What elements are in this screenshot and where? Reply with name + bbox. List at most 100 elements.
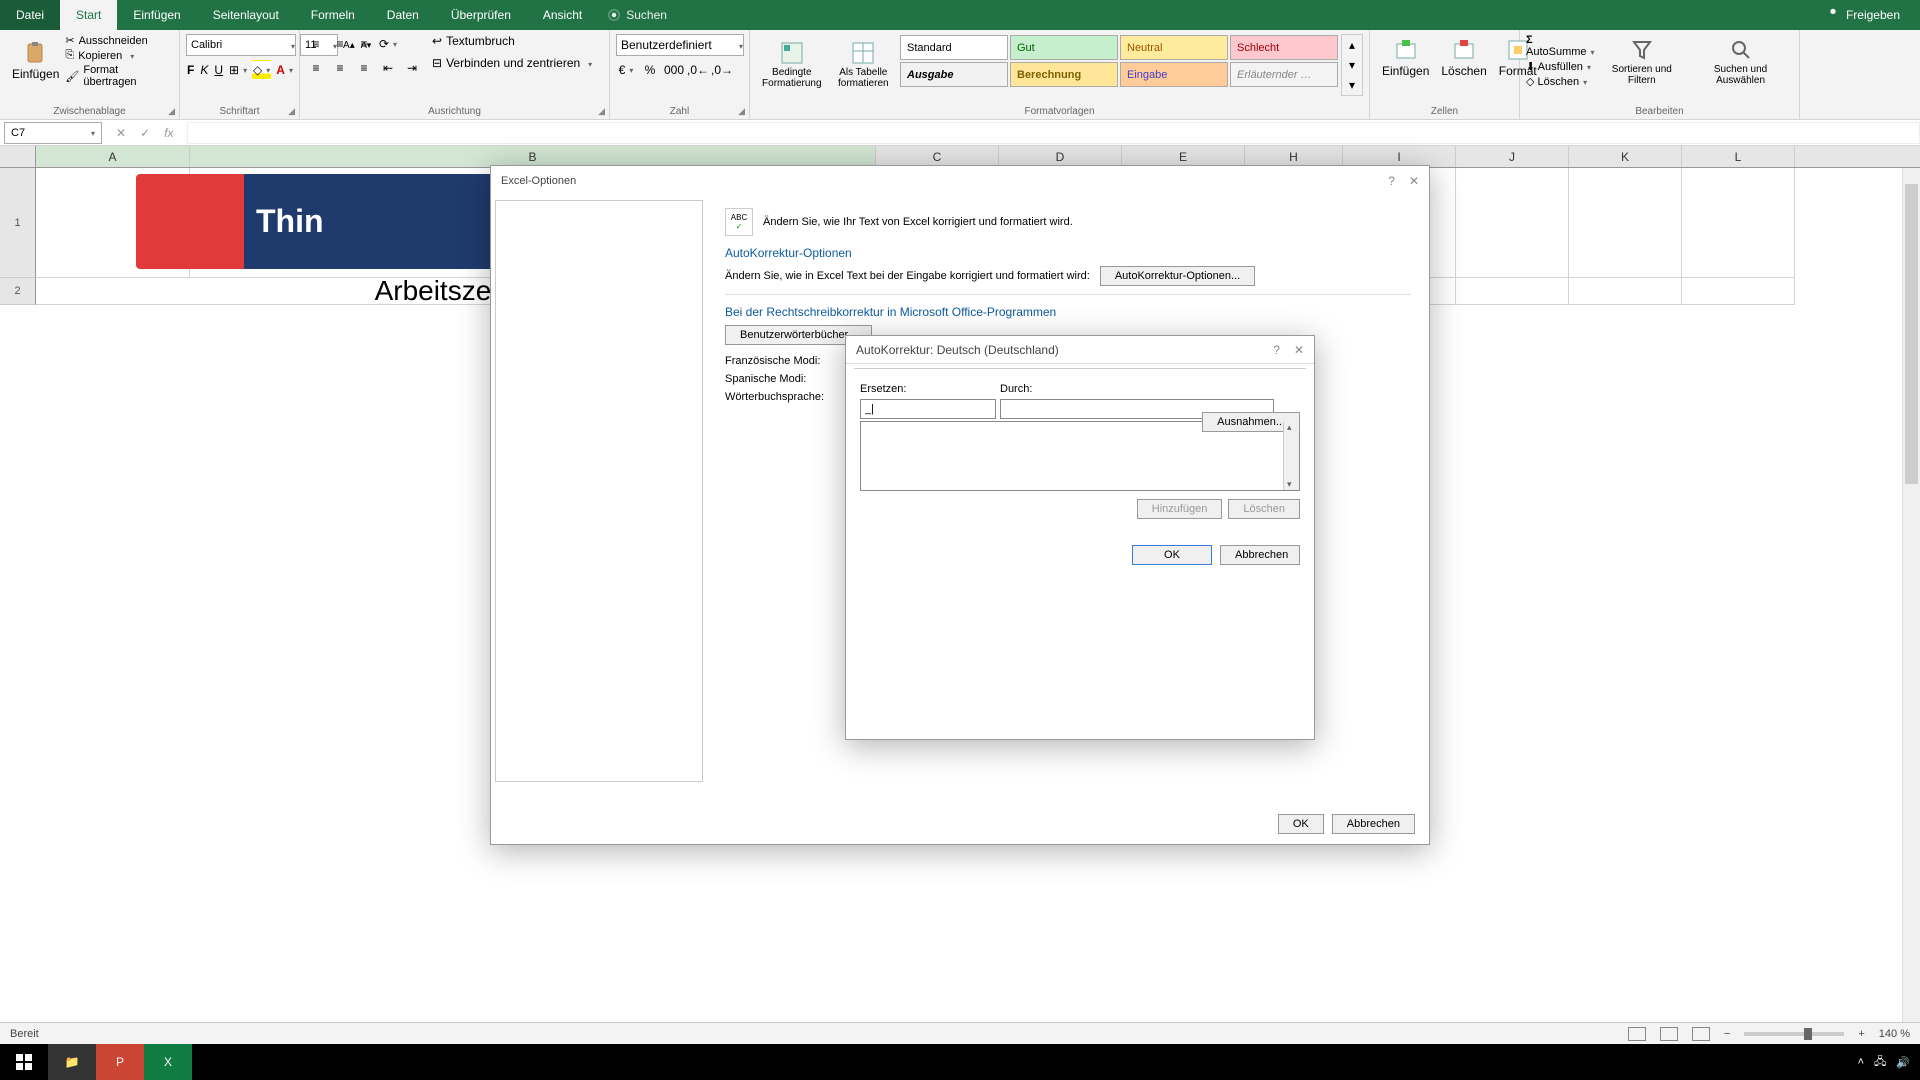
tab-start[interactable]: Start bbox=[60, 0, 117, 30]
paste-button[interactable]: Einfügen bbox=[6, 34, 65, 88]
column-header-L[interactable]: L bbox=[1682, 146, 1795, 167]
tell-me-search[interactable]: Suchen bbox=[608, 8, 667, 22]
dialog-close-button[interactable]: ✕ bbox=[1409, 174, 1419, 188]
view-normal-button[interactable] bbox=[1628, 1027, 1646, 1041]
thousand-button[interactable]: 000 bbox=[664, 60, 684, 80]
column-header-J[interactable]: J bbox=[1456, 146, 1569, 167]
align-middle-button[interactable]: ≡ bbox=[330, 34, 350, 54]
style-standard[interactable]: Standard bbox=[900, 35, 1008, 60]
add-entry-button[interactable]: Hinzufügen bbox=[1137, 499, 1223, 519]
tray-network-icon[interactable]: 🖧 bbox=[1874, 1053, 1886, 1072]
explorer-taskbar-button[interactable]: 📁 bbox=[48, 1044, 96, 1080]
options-cancel-button[interactable]: Abbrechen bbox=[1332, 814, 1415, 834]
tab-daten[interactable]: Daten bbox=[371, 0, 435, 30]
cell[interactable]: Thin bbox=[36, 168, 190, 278]
column-header-D[interactable]: D bbox=[999, 146, 1122, 167]
tab-ansicht[interactable]: Ansicht bbox=[527, 0, 598, 30]
column-header-B[interactable]: B bbox=[190, 146, 876, 167]
style-erlaeuternd[interactable]: Erläuternder … bbox=[1230, 62, 1338, 87]
style-berechnung[interactable]: Berechnung bbox=[1010, 62, 1118, 87]
font-launcher[interactable]: ◢ bbox=[288, 106, 295, 117]
number-launcher[interactable]: ◢ bbox=[738, 106, 745, 117]
powerpoint-taskbar-button[interactable]: P bbox=[96, 1044, 144, 1080]
style-schlecht[interactable]: Schlecht bbox=[1230, 35, 1338, 60]
row-header[interactable]: 1 bbox=[0, 168, 36, 278]
format-table-button[interactable]: Als Tabelle formatieren bbox=[828, 34, 899, 96]
excel-taskbar-button[interactable]: X bbox=[144, 1044, 192, 1080]
cell[interactable] bbox=[1456, 168, 1569, 278]
autok-ok-button[interactable]: OK bbox=[1132, 545, 1212, 565]
inc-decimal-button[interactable]: ,0← bbox=[688, 60, 708, 80]
cell[interactable] bbox=[1569, 278, 1682, 305]
percent-button[interactable]: % bbox=[640, 60, 660, 80]
share-button[interactable] bbox=[1826, 7, 1840, 24]
styles-down[interactable]: ▾ bbox=[1342, 55, 1362, 75]
column-header-K[interactable]: K bbox=[1569, 146, 1682, 167]
border-button[interactable]: ⊞ bbox=[228, 60, 248, 80]
fill-color-button[interactable]: ◇ bbox=[252, 60, 271, 80]
cancel-formula-button[interactable]: ✕ bbox=[110, 126, 132, 140]
cell[interactable] bbox=[1456, 278, 1569, 305]
name-box[interactable]: C7 bbox=[4, 122, 102, 144]
underline-button[interactable]: U bbox=[213, 60, 224, 80]
formula-input[interactable] bbox=[187, 122, 1920, 144]
column-header-I[interactable]: I bbox=[1343, 146, 1456, 167]
start-button[interactable] bbox=[0, 1044, 48, 1080]
zoom-level[interactable]: 140 % bbox=[1879, 1028, 1910, 1040]
orientation-button[interactable]: ⟳ bbox=[378, 34, 398, 54]
font-color-button[interactable]: A bbox=[275, 60, 294, 80]
alignment-launcher[interactable]: ◢ bbox=[598, 106, 605, 117]
column-header-C[interactable]: C bbox=[876, 146, 999, 167]
column-header-A[interactable]: A bbox=[36, 146, 190, 167]
bold-button[interactable]: F bbox=[186, 60, 195, 80]
cell[interactable] bbox=[1682, 168, 1795, 278]
clipboard-launcher[interactable]: ◢ bbox=[168, 106, 175, 117]
delete-cells-button[interactable]: Löschen bbox=[1435, 34, 1492, 82]
tab-datei[interactable]: Datei bbox=[0, 0, 60, 30]
vertical-scrollbar[interactable] bbox=[1902, 168, 1920, 1022]
autok-options-button[interactable]: AutoKorrektur-Optionen... bbox=[1100, 266, 1255, 286]
styles-up[interactable]: ▴ bbox=[1342, 35, 1362, 55]
view-layout-button[interactable] bbox=[1660, 1027, 1678, 1041]
zoom-in-button[interactable]: + bbox=[1858, 1028, 1864, 1040]
align-right-button[interactable]: ≡ bbox=[354, 58, 374, 78]
replace-input[interactable] bbox=[860, 399, 996, 419]
dec-decimal-button[interactable]: ,0→ bbox=[712, 60, 732, 80]
autosum-button[interactable]: Σ AutoSumme bbox=[1526, 34, 1596, 58]
copy-button[interactable]: ⎘Kopieren bbox=[65, 49, 173, 62]
merge-button[interactable]: ⊟Verbinden und zentrieren bbox=[432, 56, 592, 70]
row-header[interactable]: 2 bbox=[0, 278, 36, 305]
cond-format-button[interactable]: Bedingte Formatierung bbox=[756, 34, 828, 96]
number-format-combo[interactable]: Benutzerdefiniert bbox=[616, 34, 744, 56]
options-ok-button[interactable]: OK bbox=[1278, 814, 1324, 834]
autok-help-button[interactable]: ? bbox=[1273, 343, 1280, 357]
autok-list-scrollbar[interactable] bbox=[1283, 422, 1299, 490]
italic-button[interactable]: K bbox=[199, 60, 209, 80]
zoom-slider[interactable] bbox=[1744, 1032, 1844, 1036]
autok-cancel-button[interactable]: Abbrechen bbox=[1220, 545, 1300, 565]
tab-seitenlayout[interactable]: Seitenlayout bbox=[197, 0, 295, 30]
insert-cells-button[interactable]: Einfügen bbox=[1376, 34, 1435, 82]
dialog-help-button[interactable]: ? bbox=[1388, 174, 1395, 188]
indent-dec-button[interactable]: ⇤ bbox=[378, 58, 398, 78]
select-all-button[interactable] bbox=[0, 146, 36, 167]
column-header-E[interactable]: E bbox=[1122, 146, 1245, 167]
column-header-H[interactable]: H bbox=[1245, 146, 1343, 167]
share-label[interactable]: Freigeben bbox=[1846, 8, 1900, 22]
view-pagebreak-button[interactable] bbox=[1692, 1027, 1710, 1041]
style-eingabe[interactable]: Eingabe bbox=[1120, 62, 1228, 87]
indent-inc-button[interactable]: ⇥ bbox=[402, 58, 422, 78]
tab-ueberpruefen[interactable]: Überprüfen bbox=[435, 0, 527, 30]
delete-entry-button[interactable]: Löschen bbox=[1228, 499, 1300, 519]
zoom-out-button[interactable]: − bbox=[1724, 1028, 1730, 1040]
style-ausgabe[interactable]: Ausgabe bbox=[900, 62, 1008, 87]
format-painter-button[interactable]: 🖌Format übertragen bbox=[65, 64, 173, 88]
font-name-combo[interactable] bbox=[186, 34, 296, 56]
currency-button[interactable]: € bbox=[616, 60, 636, 80]
tab-einfuegen[interactable]: Einfügen bbox=[117, 0, 196, 30]
fill-button[interactable]: ⬇ Ausfüllen bbox=[1526, 60, 1596, 73]
cell[interactable] bbox=[1682, 278, 1795, 305]
wrap-text-button[interactable]: ↩Textumbruch bbox=[432, 34, 592, 48]
align-center-button[interactable]: ≡ bbox=[330, 58, 350, 78]
clear-button[interactable]: ◇ Löschen bbox=[1526, 75, 1596, 88]
